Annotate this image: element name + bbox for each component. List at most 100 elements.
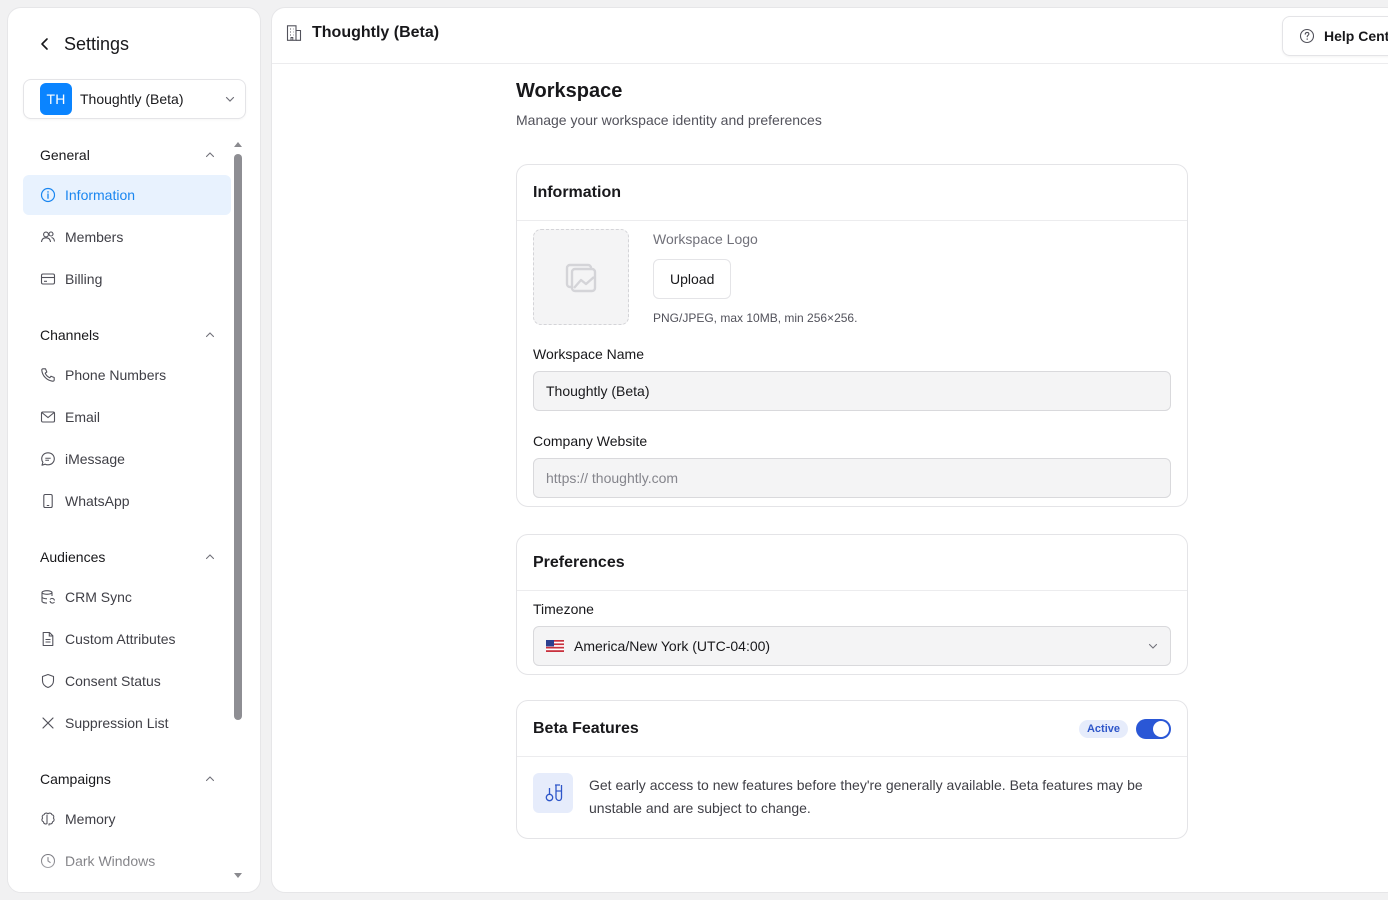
workspace-avatar: TH — [40, 83, 72, 115]
workspace-settings: Workspace Manage your workspace identity… — [516, 80, 1190, 839]
beta-features-card: Beta Features Active Get early access to… — [516, 700, 1188, 839]
sidebar-item-label: iMessage — [65, 451, 125, 467]
sidebar-item-label: Memory — [65, 811, 116, 827]
card-heading: Preferences — [517, 535, 1187, 591]
workspace-name: Thoughtly (Beta) — [80, 91, 184, 107]
card-heading: Beta Features — [533, 719, 639, 737]
workspace-switcher[interactable]: TH Thoughtly (Beta) — [23, 79, 246, 119]
sidebar-item-label: Dark Windows — [65, 853, 156, 869]
beta-description-row: Get early access to new features before … — [533, 765, 1171, 830]
sidebar-item-whatsapp[interactable]: WhatsApp — [23, 481, 231, 521]
sidebar-item-label: Consent Status — [65, 673, 161, 689]
sidebar-item-label: Members — [65, 229, 124, 245]
information-card: Information Workspace Logo Upload PNG/JP… — [516, 164, 1188, 507]
top-bar: Thoughtly (Beta) Help Cent — [272, 8, 1388, 64]
brain-icon — [41, 812, 55, 826]
chevron-down-icon — [1148, 643, 1158, 649]
workspace-name-label: Workspace Name — [533, 346, 645, 362]
us-flag-icon — [546, 640, 564, 652]
sidebar-item-suppression-list[interactable]: Suppression List — [23, 703, 231, 743]
group-header-channels[interactable]: Channels — [23, 315, 231, 355]
building-icon — [286, 25, 302, 41]
sidebar-scrollbar[interactable] — [233, 140, 243, 880]
group-label: Audiences — [40, 549, 106, 565]
chevron-up-icon — [205, 776, 215, 782]
logo-label: Workspace Logo — [653, 231, 758, 247]
shield-icon — [41, 673, 55, 689]
nav-group-channels: Channels Phone Numbers Email iMessage Wh… — [23, 315, 231, 521]
help-center-button[interactable]: Help Cent — [1282, 16, 1388, 56]
sidebar-item-email[interactable]: Email — [23, 397, 231, 437]
settings-sidebar: Settings TH Thoughtly (Beta) General Inf… — [7, 7, 261, 893]
topbar-title: Thoughtly (Beta) — [285, 24, 439, 42]
sidebar-item-phone-numbers[interactable]: Phone Numbers — [23, 355, 231, 395]
sidebar-item-imessage[interactable]: iMessage — [23, 439, 231, 479]
timezone-value: America/New York (UTC-04:00) — [574, 638, 771, 654]
company-website-label: Company Website — [533, 433, 648, 449]
sidebar-item-information[interactable]: Information — [23, 175, 231, 215]
scroll-down-arrow[interactable] — [234, 873, 242, 878]
sidebar-title: Settings — [64, 33, 130, 54]
help-center-label: Help Cent — [1324, 28, 1388, 44]
clock-icon — [40, 853, 56, 869]
sidebar-item-dark-windows[interactable]: Dark Windows — [23, 841, 231, 881]
sidebar-item-label: Phone Numbers — [65, 367, 167, 383]
sidebar-item-label: Custom Attributes — [65, 631, 176, 647]
chevron-up-icon — [205, 332, 215, 338]
group-header-audiences[interactable]: Audiences — [23, 537, 231, 577]
sidebar-item-custom-attributes[interactable]: Custom Attributes — [23, 619, 231, 659]
sidebar-item-label: CRM Sync — [65, 589, 132, 605]
chevron-left-icon — [41, 38, 48, 50]
x-icon — [42, 717, 54, 729]
group-label: Channels — [40, 327, 100, 343]
mail-icon — [40, 411, 56, 423]
info-icon — [40, 187, 56, 203]
page-title: Workspace — [516, 80, 623, 102]
sidebar-item-label: WhatsApp — [65, 493, 130, 509]
logo-placeholder[interactable] — [533, 229, 629, 325]
nav-group-general: General Information Members Billing — [23, 135, 231, 299]
settings-nav: General Information Members Billing Chan… — [23, 135, 231, 883]
sidebar-item-label: Information — [65, 187, 136, 203]
scrollbar-thumb[interactable] — [234, 154, 242, 720]
card-heading: Information — [517, 165, 1187, 221]
message-icon — [41, 452, 55, 466]
beta-features-toggle[interactable] — [1136, 718, 1171, 739]
logo-hint: PNG/JPEG, max 10MB, min 256×256. — [653, 311, 858, 325]
scroll-up-arrow[interactable] — [234, 142, 242, 147]
company-website-input[interactable]: https:// thoughtly.com — [533, 458, 1171, 498]
group-header-campaigns[interactable]: Campaigns — [23, 759, 231, 799]
sidebar-item-label: Billing — [65, 271, 103, 287]
credit-card-icon — [40, 273, 56, 285]
page-subtitle: Manage your workspace identity and prefe… — [516, 112, 822, 128]
sidebar-item-label: Email — [65, 409, 101, 425]
chevron-down-icon — [225, 96, 235, 102]
phone-icon — [41, 368, 55, 382]
sidebar-item-memory[interactable]: Memory — [23, 799, 231, 839]
sidebar-item-billing[interactable]: Billing — [23, 259, 231, 299]
nav-group-audiences: Audiences CRM Sync Custom Attributes Con… — [23, 537, 231, 743]
beta-description: Get early access to new features before … — [589, 777, 1143, 816]
group-header-general[interactable]: General — [23, 135, 231, 175]
logo-row: Workspace Logo Upload PNG/JPEG, max 10MB… — [533, 229, 1171, 325]
sidebar-item-crm-sync[interactable]: CRM Sync — [23, 577, 231, 617]
workspace-title: Thoughtly (Beta) — [312, 24, 440, 41]
preferences-card: Preferences Timezone America/New York (U… — [516, 534, 1188, 675]
upload-button[interactable]: Upload — [653, 259, 732, 299]
sidebar-item-consent-status[interactable]: Consent Status — [23, 661, 231, 701]
database-sync-icon — [41, 590, 55, 604]
nav-group-campaigns: Campaigns Memory Dark Windows — [23, 759, 231, 881]
timezone-label: Timezone — [533, 601, 594, 617]
status-badge: Active — [1078, 719, 1128, 738]
workspace-name-input[interactable]: Thoughtly (Beta) — [533, 371, 1171, 411]
sidebar-item-members[interactable]: Members — [23, 217, 231, 257]
group-label: Campaigns — [40, 771, 111, 787]
back-to-settings[interactable]: Settings — [38, 32, 129, 56]
group-label: General — [40, 147, 90, 163]
timezone-select[interactable]: America/New York (UTC-04:00) — [533, 626, 1171, 666]
help-circle-icon — [1299, 28, 1315, 44]
card-header: Beta Features Active — [517, 701, 1187, 757]
image-icon — [565, 263, 597, 293]
sidebar-item-label: Suppression List — [65, 715, 169, 731]
main-panel: Thoughtly (Beta) Help Cent Workspace Man… — [271, 7, 1388, 893]
